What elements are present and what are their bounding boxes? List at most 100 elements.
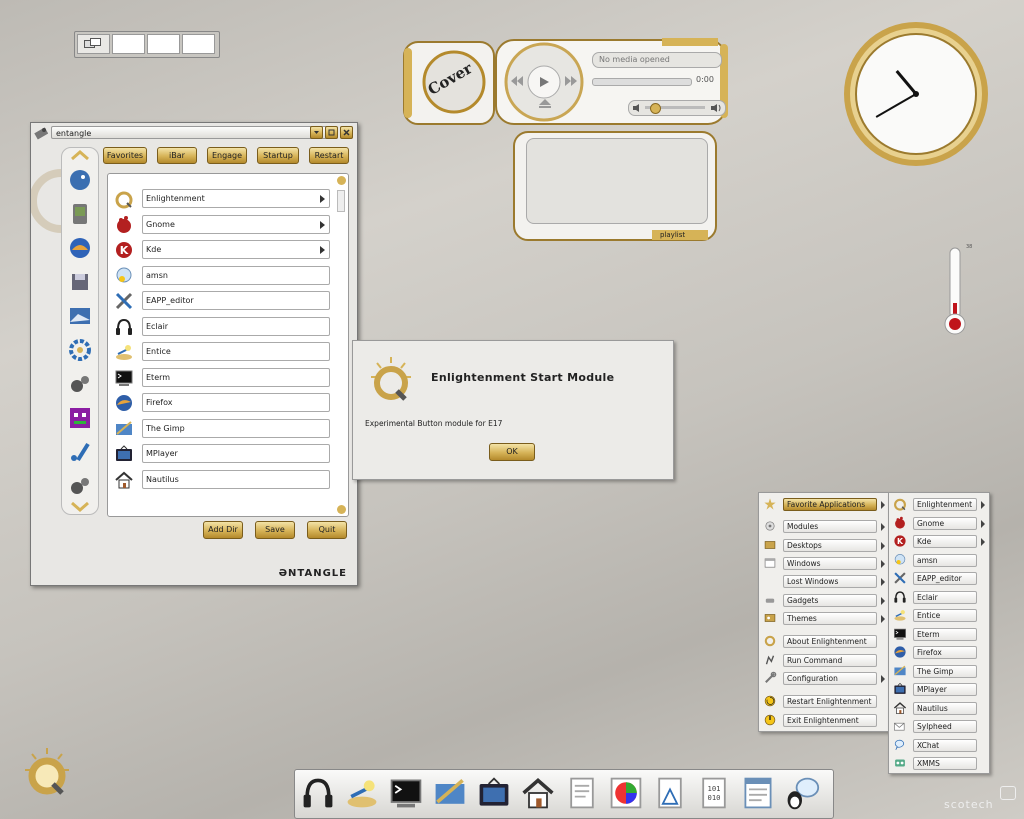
app-row[interactable]: Firefox [112,392,332,414]
app-label[interactable]: amsn [142,265,330,285]
app-label[interactable]: Kde [142,240,330,259]
window-menu-icon[interactable] [34,126,49,140]
app-label[interactable]: MPlayer [142,444,330,463]
app-label[interactable]: Eclair [142,316,330,336]
chat-penguin-icon[interactable] [783,773,821,813]
previous-icon[interactable] [510,74,524,88]
submenu-arrow-icon [881,560,885,568]
app-label[interactable]: Gnome [142,214,330,234]
launcher-sidebar [61,147,99,515]
eject-icon[interactable] [538,98,552,110]
xchat-icon [893,738,909,754]
play-icon[interactable] [534,72,554,92]
engage-button[interactable]: Engage [207,147,247,164]
tv-icon[interactable] [475,773,513,813]
app-row[interactable]: The Gimp [112,418,332,440]
terminal-icon[interactable] [387,773,425,813]
dialog-message: Experimental Button module for E17 [365,419,503,428]
clock-gadget[interactable] [842,20,990,168]
seek-bar[interactable] [592,78,692,86]
document-icon[interactable] [739,773,777,813]
window-title[interactable]: entangle [51,126,331,139]
pixel-monster-icon[interactable] [68,406,92,430]
picture-icon[interactable] [68,304,92,328]
handheld-icon[interactable] [68,202,92,226]
gears-icon[interactable] [68,372,92,396]
favorites-button[interactable]: Favorites [103,147,147,164]
maximize-button[interactable] [325,126,338,139]
app-label[interactable]: Firefox [142,393,330,412]
geometry-icon[interactable] [651,773,689,813]
pager-desk-4[interactable] [182,34,215,54]
dialog-title: Enlightenment Start Module [431,371,615,384]
pager-desk-2[interactable] [112,34,145,54]
binary-file-icon[interactable]: 101 010 [695,773,733,813]
app-row[interactable]: MPlayer [112,443,332,465]
minimize-button[interactable] [310,126,323,139]
pencil-icon[interactable] [68,440,92,464]
next-icon[interactable] [564,74,578,88]
submenu-arrow-icon [881,597,885,605]
color-wheel-icon[interactable] [607,773,645,813]
add-dir-button[interactable]: Add Dir [203,521,243,539]
close-button[interactable] [340,126,353,139]
app-row[interactable]: Gnome [112,214,332,236]
save-button[interactable]: Save [255,521,295,539]
xmms-icon [893,756,909,772]
text-editor-icon[interactable] [563,773,601,813]
volume-control[interactable] [628,100,726,116]
quit-button[interactable]: Quit [307,521,347,539]
app-row[interactable]: Nautilus [112,469,332,491]
headphones-icon[interactable] [299,773,337,813]
kde-icon: K [114,240,136,260]
submenu-arrow-icon [881,615,885,623]
app-label[interactable]: Enlightenment [142,189,330,208]
scroll-down-button[interactable] [337,505,346,514]
configuration-icon [763,671,779,687]
gimp-icon[interactable] [431,773,469,813]
start-button-logo-icon[interactable] [22,746,72,800]
floppy-icon[interactable] [68,270,92,294]
menu-item-label: Configuration [783,672,877,685]
app-label[interactable]: Nautilus [142,469,330,489]
volume-knob[interactable] [650,103,661,114]
playlist-panel: playlist [512,130,718,242]
scroll-down-icon[interactable] [68,500,92,514]
app-label[interactable]: The Gimp [142,418,330,438]
restart-button[interactable]: Restart [309,147,349,164]
app-row[interactable]: Enlightenment [112,188,332,210]
app-row[interactable]: Eclair [112,316,332,338]
menu-item-label: Modules [783,520,877,533]
app-row[interactable]: K Kde [112,239,332,261]
app-label[interactable]: EAPP_editor [142,291,330,310]
main-menu: Favorite Applications Modules Desktops Wind… [758,492,890,732]
startup-button[interactable]: Startup [257,147,299,164]
ok-button[interactable]: OK [489,443,535,461]
app-row[interactable]: Eterm [112,367,332,389]
menu-item-label: amsn [913,553,977,567]
scroll-up-icon[interactable] [68,148,92,162]
gears-icon-2[interactable] [68,474,92,498]
submenu-arrow-icon [320,220,325,229]
thunderbird-icon[interactable] [68,236,92,260]
menu-item-label: Themes [783,612,877,625]
app-label[interactable]: Entice [142,342,330,361]
app-row[interactable]: Entice [112,341,332,363]
pager-desk-3[interactable] [147,34,180,54]
desktop-pager[interactable] [74,31,220,58]
playlist-button[interactable]: playlist [660,231,685,239]
settings-gear-icon[interactable] [68,338,92,362]
about-icon [763,634,779,650]
home-icon[interactable] [519,773,557,813]
image-viewer-icon [114,342,136,362]
pager-desk-1[interactable] [77,34,110,54]
app-label[interactable]: Eterm [142,367,330,387]
playlist-area[interactable] [526,138,708,224]
app-row[interactable]: amsn [112,265,332,287]
fish-icon[interactable] [68,168,92,192]
ibar-button[interactable]: iBar [157,147,197,164]
scroll-up-button[interactable] [337,176,346,185]
image-viewer-icon[interactable] [343,773,381,813]
app-row[interactable]: EAPP_editor [112,290,332,312]
scrollbar-thumb[interactable] [337,190,345,212]
